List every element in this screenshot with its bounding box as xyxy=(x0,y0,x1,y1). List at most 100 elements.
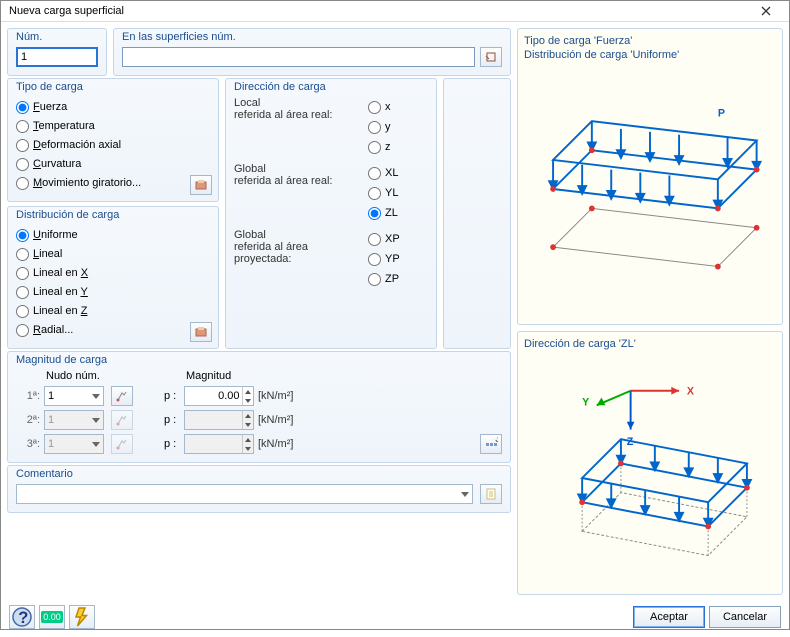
fieldset-tipo-carga: Tipo de carga Fuerza Temperatura Deforma… xyxy=(7,78,219,202)
legend-dir: Dirección de carga xyxy=(234,81,326,93)
radio-curvatura[interactable]: Curvatura xyxy=(16,155,210,173)
legend-magnitud: Magnitud de carga xyxy=(16,354,107,366)
dist-extra-button[interactable] xyxy=(190,322,212,342)
legend-tipo: Tipo de carga xyxy=(16,81,83,93)
fieldset-numero: Núm. xyxy=(7,28,107,76)
left-column: Núm. En las superficies núm. Tipo de car… xyxy=(7,28,511,595)
nudo-combo-1[interactable]: 1 xyxy=(44,386,104,406)
nudo-combo-3: 1 xyxy=(44,434,104,454)
head-nudo: Nudo núm. xyxy=(44,370,136,382)
radio-fuerza[interactable]: Fuerza xyxy=(16,98,210,116)
settings-button[interactable] xyxy=(69,605,95,629)
fieldset-comentario: Comentario xyxy=(7,465,511,513)
magnitud-spin-1[interactable] xyxy=(184,386,254,406)
radio-ZP[interactable]: ZP xyxy=(368,270,428,288)
right-column: Tipo de carga 'Fuerza' Distribución de c… xyxy=(517,28,783,595)
library-icon xyxy=(194,178,208,192)
nudo-combo-2: 1 xyxy=(44,410,104,430)
magnitud-spin-3 xyxy=(184,434,254,454)
help-button[interactable]: ? xyxy=(9,605,35,629)
pick-surfaces-button[interactable] xyxy=(480,47,502,67)
radio-temperatura[interactable]: Temperatura xyxy=(16,117,210,135)
lightning-icon xyxy=(70,605,94,629)
radio-radial[interactable]: Radial... xyxy=(16,321,210,339)
radio-linealy[interactable]: Lineal en Y xyxy=(16,283,210,301)
comentario-combo[interactable] xyxy=(16,484,473,504)
fieldset-direccion: Dirección de carga Localreferida al área… xyxy=(225,78,437,349)
magnitud-grid: Nudo núm. Magnitud 1ª:1p :[kN/m²]2ª:1p :… xyxy=(16,370,502,454)
multi-icon: 3 xyxy=(484,437,498,451)
legend-comentario: Comentario xyxy=(16,468,73,480)
legend-superficies: En las superficies núm. xyxy=(122,31,236,43)
numero-input[interactable] xyxy=(16,47,98,67)
content-area: Núm. En las superficies núm. Tipo de car… xyxy=(1,22,789,601)
preview-p-label: P xyxy=(718,107,725,119)
superficies-input[interactable] xyxy=(122,47,475,67)
mag-row-label: 3ª: xyxy=(16,438,40,450)
label-local: Localreferida al área real: xyxy=(234,97,368,157)
tipo-extra-button[interactable] xyxy=(190,175,212,195)
row-num-surf: Núm. En las superficies núm. xyxy=(7,28,511,76)
p-label-1: p : xyxy=(164,390,180,402)
aceptar-button[interactable]: Aceptar xyxy=(633,606,705,628)
direccion-grid: Localreferida al área real: x y z Global… xyxy=(234,97,428,289)
titlebar: Nueva carga superficial xyxy=(1,1,789,22)
units-button[interactable]: 0.00 xyxy=(39,605,65,629)
radio-lineal[interactable]: Lineal xyxy=(16,245,210,263)
svg-text:?: ? xyxy=(18,609,28,627)
preview2-line1: Dirección de carga 'ZL' xyxy=(524,338,776,350)
radio-deformacion[interactable]: Deformación axial xyxy=(16,136,210,154)
fieldset-empty xyxy=(443,78,511,349)
radio-x[interactable]: x xyxy=(368,98,428,116)
preview1-svg: P xyxy=(524,63,776,315)
col-empty xyxy=(443,78,511,349)
pick-icon xyxy=(115,389,129,403)
magnitud-multi-button[interactable]: 3 xyxy=(480,434,502,454)
nudo-pick-1[interactable] xyxy=(111,386,133,406)
library-icon xyxy=(194,325,208,339)
radio-XP[interactable]: XP xyxy=(368,230,428,248)
fieldset-distribucion: Distribución de carga Uniforme Lineal Li… xyxy=(7,206,219,349)
fieldset-magnitud: Magnitud de carga Nudo núm. Magnitud 1ª:… xyxy=(7,351,511,463)
radio-linealx[interactable]: Lineal en X xyxy=(16,264,210,282)
window-title: Nueva carga superficial xyxy=(9,5,751,17)
cursor-target-icon xyxy=(484,50,498,64)
radio-uniforme[interactable]: Uniforme xyxy=(16,226,210,244)
radio-XL[interactable]: XL xyxy=(368,164,428,182)
legend-numero: Núm. xyxy=(16,31,42,43)
comentario-pick-button[interactable] xyxy=(480,484,502,504)
label-global-real: Globalreferida al área real: xyxy=(234,163,368,223)
radio-y[interactable]: y xyxy=(368,118,428,136)
unit-1: [kN/m²] xyxy=(258,390,298,402)
radio-z[interactable]: z xyxy=(368,138,428,156)
radio-ZL[interactable]: ZL xyxy=(368,204,428,222)
dialog-window: Nueva carga superficial Núm. En las supe… xyxy=(0,0,790,630)
nudo-pick-2 xyxy=(111,410,133,430)
col-tipo-dist: Tipo de carga Fuerza Temperatura Deforma… xyxy=(7,78,219,349)
radio-YP[interactable]: YP xyxy=(368,250,428,268)
unit-2: [kN/m²] xyxy=(258,414,298,426)
label-global-proj: Globalreferida al áreaproyectada: xyxy=(234,229,368,289)
preview-tipo: Tipo de carga 'Fuerza' Distribución de c… xyxy=(517,28,783,325)
radio-linealz[interactable]: Lineal en Z xyxy=(16,302,210,320)
row-main-groups: Tipo de carga Fuerza Temperatura Deforma… xyxy=(7,78,511,349)
svg-text:X: X xyxy=(687,386,695,398)
close-icon xyxy=(761,6,771,16)
radio-movimiento[interactable]: Movimiento giratorio... xyxy=(16,174,210,192)
mag-row-label: 1ª: xyxy=(16,390,40,402)
pick-icon xyxy=(115,437,129,451)
preview1-line1: Tipo de carga 'Fuerza' xyxy=(524,35,776,47)
help-icon: ? xyxy=(10,605,34,629)
p-label-2: p : xyxy=(164,414,180,426)
preview2-svg: X Y Z xyxy=(524,352,776,585)
p-label-3: p : xyxy=(164,438,180,450)
cancelar-button[interactable]: Cancelar xyxy=(709,606,781,628)
mag-row-label: 2ª: xyxy=(16,414,40,426)
col-direccion: Dirección de carga Localreferida al área… xyxy=(225,78,437,349)
nudo-pick-3 xyxy=(111,434,133,454)
svg-text:Y: Y xyxy=(582,396,589,408)
decimal-icon: 0.00 xyxy=(41,611,63,623)
radio-YL[interactable]: YL xyxy=(368,184,428,202)
legend-dist: Distribución de carga xyxy=(16,209,119,221)
close-button[interactable] xyxy=(751,1,781,21)
